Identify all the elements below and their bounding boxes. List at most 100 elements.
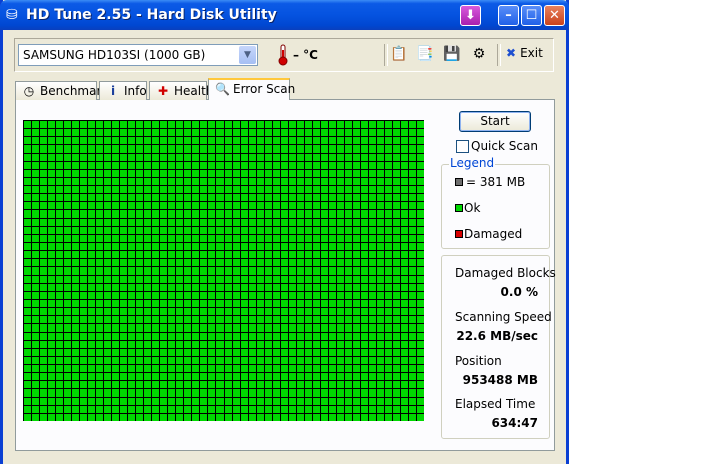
tray-down-button[interactable]: ⬇ (460, 5, 481, 26)
scan-block (72, 373, 79, 380)
scan-block (297, 235, 304, 242)
scan-block (401, 292, 408, 299)
minimize-button[interactable]: – (498, 5, 519, 26)
scan-block (32, 406, 39, 413)
scan-block (88, 357, 95, 364)
scan-block (144, 259, 151, 266)
scan-block (56, 227, 63, 234)
scan-block (313, 284, 320, 291)
scan-block (208, 162, 215, 169)
close-button[interactable]: ✕ (544, 5, 565, 26)
scan-block (48, 219, 55, 226)
scan-block (337, 406, 344, 413)
scan-block (152, 398, 159, 405)
scan-block (216, 324, 224, 332)
scan-block (168, 276, 175, 283)
scan-block (313, 365, 320, 372)
scan-block (241, 324, 248, 332)
scan-block (208, 210, 215, 218)
drive-select[interactable]: SAMSUNG HD103SI (1000 GB) ▼ (18, 44, 258, 66)
scan-block (233, 121, 240, 128)
scan-block (112, 365, 119, 372)
scan-block (329, 381, 336, 388)
scan-block (297, 341, 304, 348)
scan-block (257, 145, 264, 153)
scan-block (216, 129, 224, 136)
scan-block (96, 259, 103, 266)
scan-block (393, 324, 400, 332)
tab-info[interactable]: i Info (99, 81, 147, 100)
scan-block (297, 316, 304, 323)
scan-block (112, 186, 119, 193)
scan-block (192, 194, 199, 201)
scan-block (144, 129, 151, 136)
scan-block (257, 243, 264, 250)
tab-benchmark[interactable]: ◷ Benchmark (15, 81, 108, 100)
copy-screenshot-icon[interactable]: 📑 (416, 45, 434, 63)
scan-block (297, 178, 304, 185)
scan-block (297, 202, 304, 209)
copy-info-icon[interactable]: 📋 (390, 45, 408, 63)
scan-block (32, 219, 39, 226)
scan-block (409, 121, 416, 128)
scan-block (345, 219, 352, 226)
scan-block (297, 381, 304, 388)
scan-block (337, 202, 344, 209)
scan-block (144, 219, 151, 226)
scan-block (225, 373, 232, 380)
scan-block (120, 300, 127, 307)
scan-block (273, 365, 280, 372)
scan-block (96, 186, 103, 193)
start-button[interactable]: Start (459, 111, 531, 132)
quick-scan-checkbox[interactable] (456, 140, 469, 153)
scan-block (200, 162, 207, 169)
scan-block (48, 300, 55, 307)
scan-block (393, 349, 400, 356)
scan-block (176, 349, 183, 356)
scan-block (112, 333, 119, 340)
scan-block (32, 308, 39, 315)
scan-block (281, 324, 288, 332)
scan-block (72, 121, 79, 128)
tab-error-scan[interactable]: 🔍 Error Scan (208, 78, 295, 100)
scan-block (337, 121, 344, 128)
scan-block (192, 284, 199, 291)
scan-block (377, 145, 384, 153)
scan-block (321, 162, 328, 169)
exit-button[interactable]: ✖ Exit (506, 46, 543, 64)
scan-block (385, 235, 392, 242)
scan-block (144, 178, 151, 185)
scan-block (337, 267, 344, 275)
scan-block (96, 414, 103, 421)
scan-block (265, 406, 272, 413)
scan-block (385, 227, 392, 234)
tab-health[interactable]: ✚ Health (149, 81, 213, 100)
maximize-button[interactable]: ☐ (521, 5, 542, 26)
title-bar[interactable]: ⛁ HD Tune 2.55 - Hard Disk Utility ⬇ – ☐… (0, 0, 569, 30)
scan-block (32, 398, 39, 405)
scan-block (249, 219, 256, 226)
scan-block (24, 170, 31, 177)
scan-block (409, 162, 416, 169)
scan-block (281, 373, 288, 380)
scan-block (208, 259, 215, 266)
scan-block (48, 284, 55, 291)
scan-block (257, 202, 264, 209)
scan-block (257, 121, 264, 128)
scan-block (88, 276, 95, 283)
scan-block (168, 365, 175, 372)
scan-block (257, 284, 264, 291)
chevron-down-icon[interactable]: ▼ (239, 46, 256, 64)
scan-block (192, 389, 199, 397)
scan-block (249, 267, 256, 275)
scan-block (337, 381, 344, 388)
scan-block (32, 267, 39, 275)
scan-block (369, 341, 376, 348)
scan-block (144, 202, 151, 209)
scan-block (289, 154, 296, 161)
scan-block (184, 219, 191, 226)
scan-block (216, 333, 224, 340)
save-icon[interactable]: 💾 (443, 45, 461, 63)
options-icon[interactable]: ⚙ (470, 45, 488, 63)
scan-block (345, 284, 352, 291)
